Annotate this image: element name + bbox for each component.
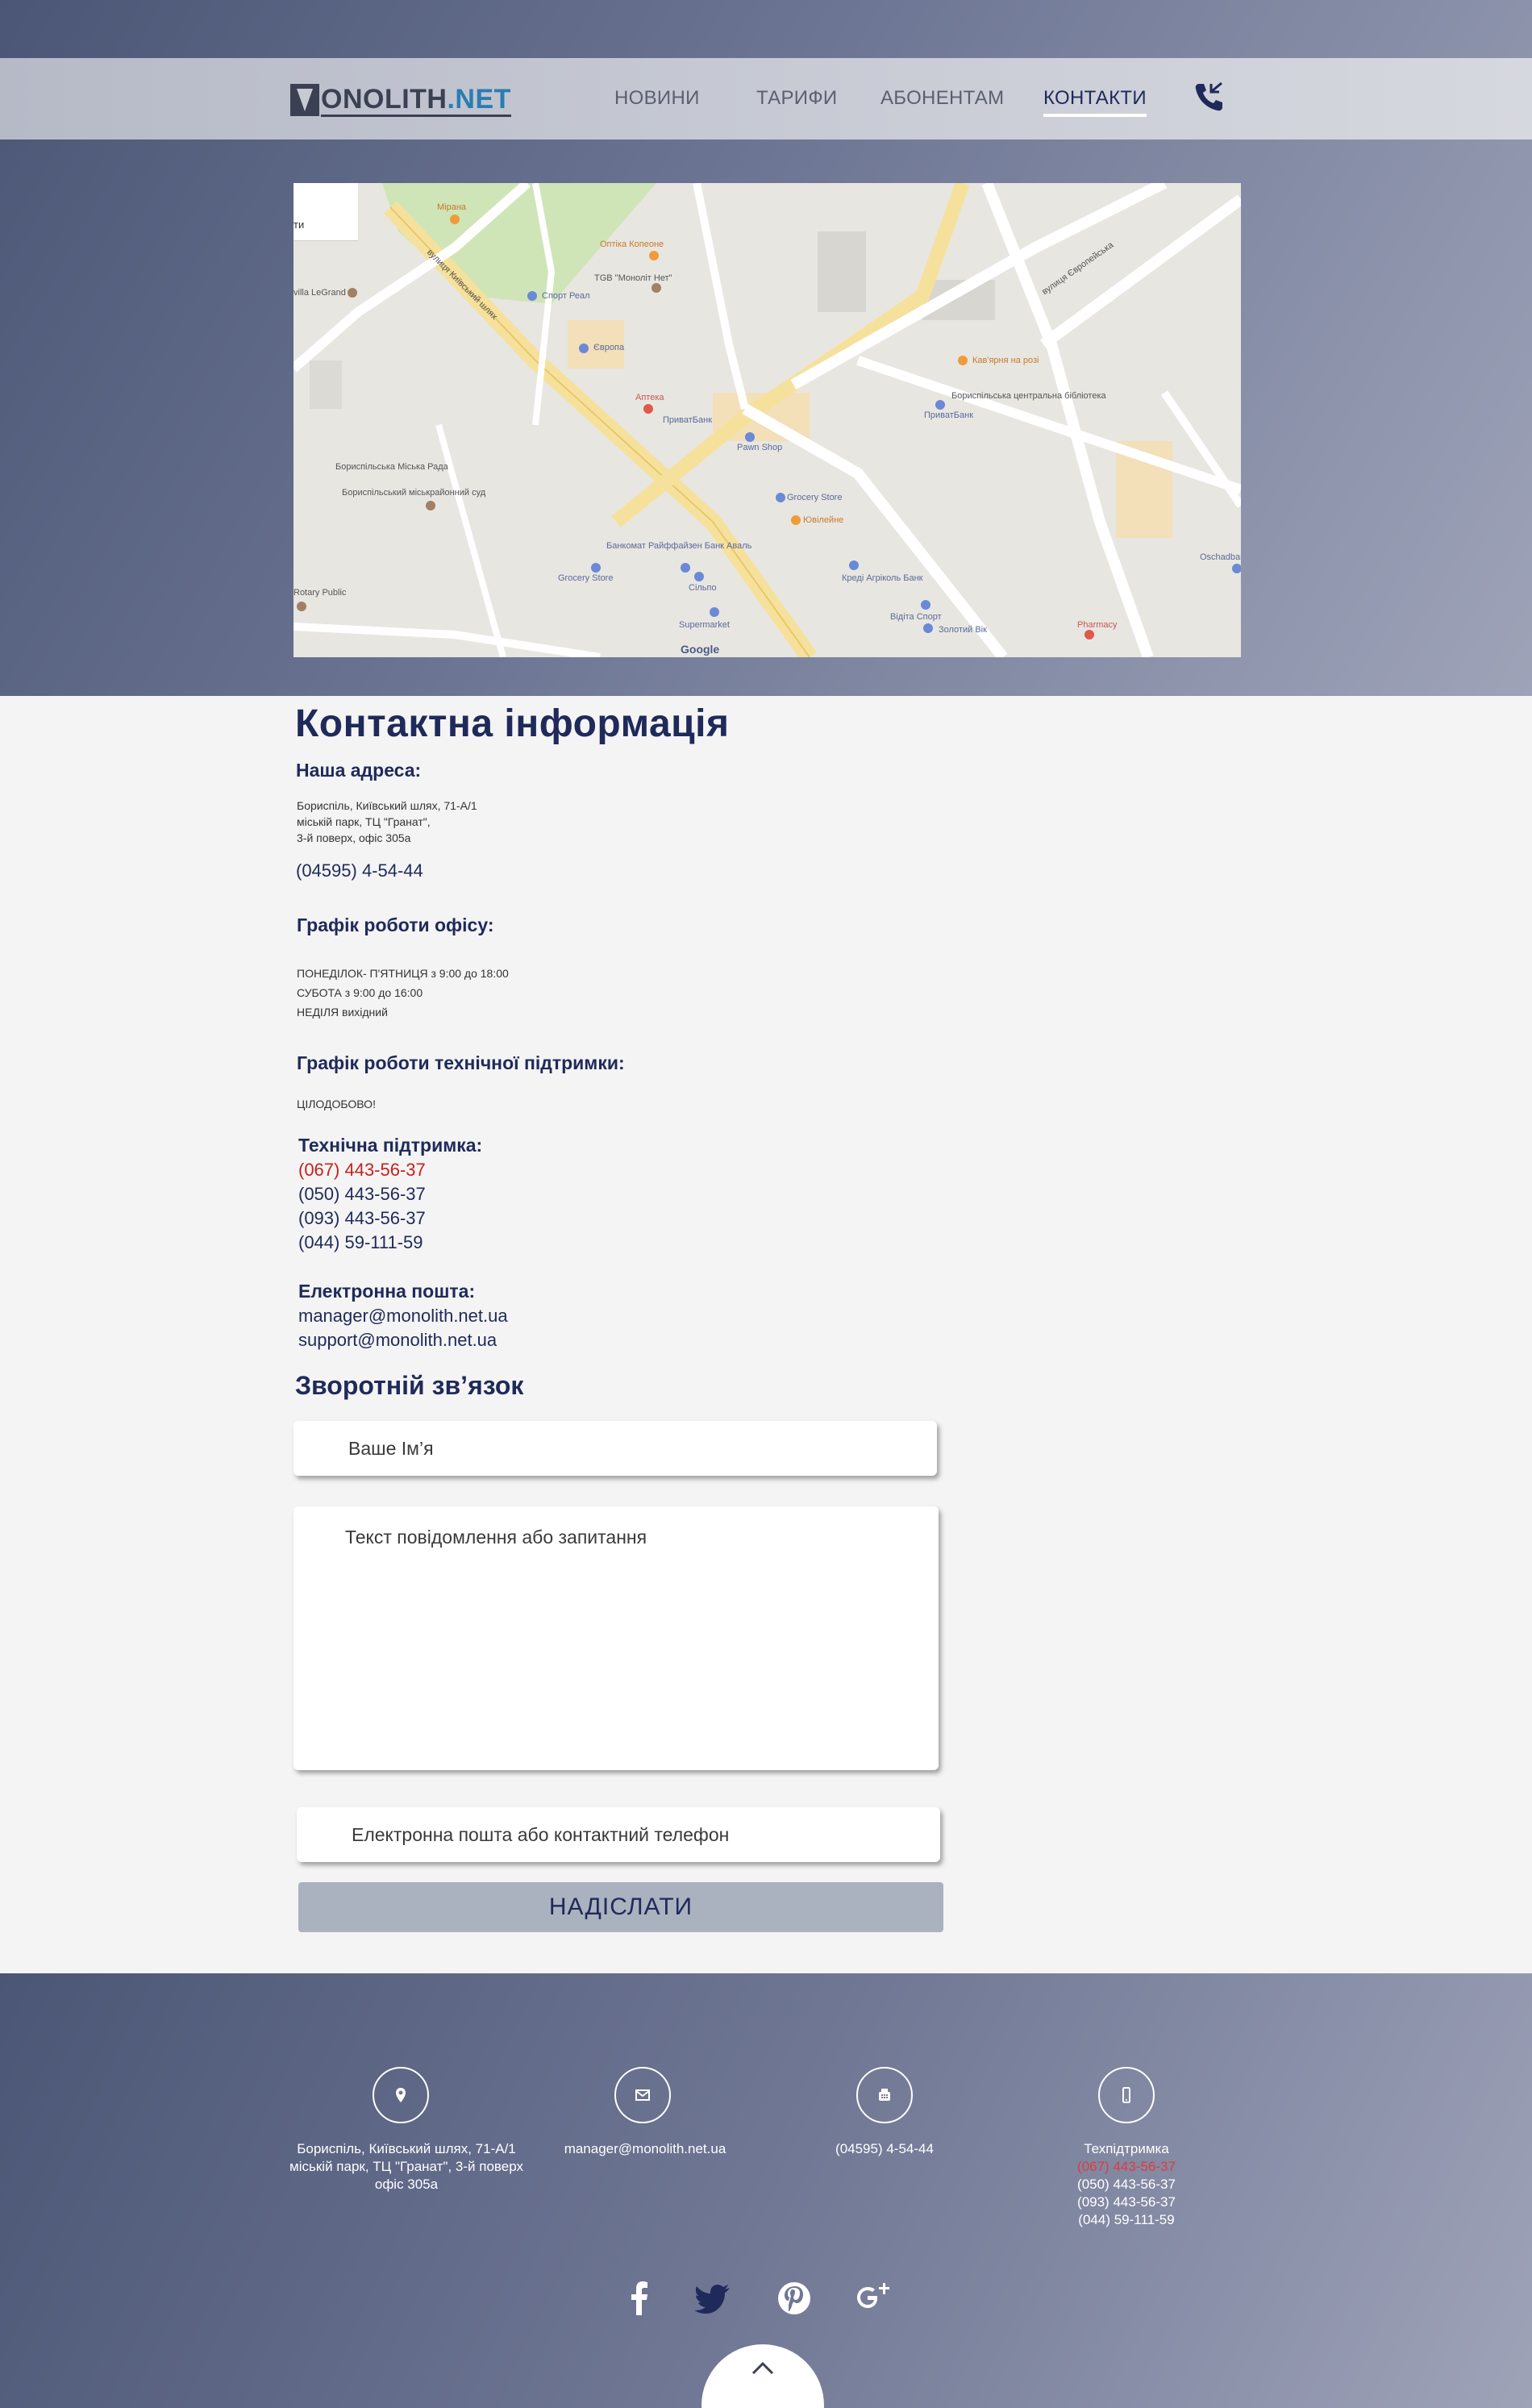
phone-callback-icon[interactable] bbox=[1192, 81, 1226, 115]
map-label: Grocery Store bbox=[787, 493, 843, 502]
name-input[interactable]: Ваше Ім’я bbox=[293, 1421, 937, 1476]
map-label: Ювілейне bbox=[803, 515, 844, 525]
map-label: Pharmacy bbox=[1077, 620, 1118, 630]
map-label: Бориспільська центральна бібліотека bbox=[951, 391, 1106, 401]
location-pin-icon bbox=[373, 2067, 429, 2123]
map-label: Креді Агріколь Банк bbox=[842, 573, 923, 583]
footer-support-phone[interactable]: (093) 443-56-37 bbox=[1046, 2193, 1207, 2211]
nav-news[interactable]: НОВИНИ bbox=[614, 85, 700, 112]
map-label: Оптіка Копеоне bbox=[600, 240, 664, 249]
map-label: TGB "Моноліт Нет" bbox=[594, 273, 672, 283]
footer-phone[interactable]: (04595) 4-54-44 bbox=[804, 2140, 965, 2158]
support-heading: Технічна підтримка: bbox=[298, 1135, 483, 1156]
address-text: Бориспіль, Київський шлях, 71-А/1 міські… bbox=[297, 799, 477, 844]
footer-email[interactable]: manager@monolith.net.ua bbox=[548, 2140, 742, 2158]
office-hours-heading: Графік роботи офісу: bbox=[297, 914, 494, 935]
feedback-title: Зворотній зв’язок bbox=[295, 1371, 524, 1400]
map-label: Бориспільська Міська Рада bbox=[335, 462, 448, 472]
office-hours-text: ПОНЕДІЛОК- П'ЯТНИЦЯ з 9:00 до 18:00 СУБО… bbox=[297, 967, 509, 1019]
map-label: Спорт Реал bbox=[542, 291, 590, 301]
support-hours-heading: Графік роботи технічної підтримки: bbox=[297, 1052, 625, 1073]
scroll-to-top-button[interactable] bbox=[701, 2344, 824, 2408]
map-label: Європа bbox=[593, 343, 625, 352]
support-phone[interactable]: (067) 443-56-37 bbox=[298, 1158, 426, 1182]
map-label: Pawn Shop bbox=[737, 443, 783, 452]
support-hours-text: ЦІЛОДОБОВО! bbox=[297, 1098, 376, 1110]
google-plus-icon[interactable] bbox=[853, 2278, 893, 2318]
nav-tariffs[interactable]: ТАРИФИ bbox=[756, 85, 837, 112]
google-attribution: Google bbox=[681, 643, 720, 656]
support-phone[interactable]: (044) 59-111-59 bbox=[298, 1231, 426, 1255]
contact-input[interactable]: Електронна пошта або контактний телефон bbox=[297, 1807, 940, 1862]
map-label: Grocery Store bbox=[558, 573, 614, 583]
support-phone[interactable]: (093) 443-56-37 bbox=[298, 1206, 426, 1231]
twitter-icon[interactable] bbox=[693, 2278, 734, 2318]
map-label: ПриватБанк bbox=[663, 415, 713, 425]
footer-support: Техпідтримка (067) 443-56-37 (050) 443-5… bbox=[1046, 2140, 1207, 2229]
map-label: Бориспільський міськрайонний суд bbox=[342, 488, 486, 498]
footer-support-phone[interactable]: (044) 59-111-59 bbox=[1046, 2211, 1207, 2229]
map-label: Supermarket bbox=[679, 620, 730, 630]
map-label: ПриватБанк bbox=[924, 410, 974, 420]
map-label: Відіта Спорт bbox=[890, 612, 942, 622]
nav-contacts[interactable]: КОНТАКТИ bbox=[1043, 85, 1147, 117]
map-label: Rotary Public bbox=[293, 588, 347, 598]
pinterest-icon[interactable] bbox=[774, 2278, 814, 2318]
map-label: Мірана bbox=[437, 202, 467, 212]
map-label: Аптека bbox=[635, 393, 664, 402]
map-label: Кав'ярня на розі bbox=[972, 356, 1039, 365]
facebook-icon[interactable] bbox=[619, 2278, 660, 2318]
envelope-icon bbox=[614, 2067, 671, 2123]
message-textarea[interactable]: Текст повідомлення або запитання bbox=[293, 1506, 939, 1770]
email-link[interactable]: support@monolith.net.ua bbox=[298, 1328, 508, 1352]
map-zoom-control[interactable]: ти bbox=[293, 183, 358, 241]
mobile-phone-icon bbox=[1098, 2067, 1155, 2123]
contacts-section bbox=[0, 696, 1532, 1973]
email-link[interactable]: manager@monolith.net.ua bbox=[298, 1304, 508, 1328]
submit-button[interactable]: НАДІСЛАТИ bbox=[298, 1882, 943, 1932]
chevron-up-icon bbox=[751, 2361, 774, 2375]
support-phones: (067) 443-56-37 (050) 443-56-37 (093) 44… bbox=[298, 1158, 426, 1255]
map-label: Oschadbank bbox=[1200, 552, 1241, 562]
page-title: Контактна інформація bbox=[295, 702, 730, 745]
address-heading: Наша адреса: bbox=[296, 760, 422, 781]
location-map[interactable]: ти Мірана Оптіка Копеоне TGB "Моноліт Не… bbox=[293, 183, 1241, 657]
map-label: villa LeGrand bbox=[293, 288, 346, 298]
footer-address: Бориспіль, Київський шлях, 71-А/1 міські… bbox=[289, 2141, 523, 2192]
footer-support-phone[interactable]: (067) 443-56-37 bbox=[1046, 2158, 1207, 2176]
map-label: Сільпо bbox=[689, 583, 717, 593]
office-phone[interactable]: (04595) 4-54-44 bbox=[296, 859, 423, 883]
email-heading: Електронна пошта: bbox=[298, 1281, 476, 1302]
main-nav: НОВИНИ ТАРИФИ АБОНЕНТАМ КОНТАКТИ bbox=[0, 85, 1532, 117]
nav-subscribers[interactable]: АБОНЕНТАМ bbox=[880, 85, 1004, 112]
map-label: Золотий Вік bbox=[939, 625, 987, 635]
fax-phone-icon bbox=[856, 2067, 913, 2123]
support-phone[interactable]: (050) 443-56-37 bbox=[298, 1182, 426, 1206]
map-label: Банкомат Райффайзен Банк Аваль bbox=[606, 541, 752, 551]
footer-support-phone[interactable]: (050) 443-56-37 bbox=[1046, 2176, 1207, 2193]
email-list: manager@monolith.net.ua support@monolith… bbox=[298, 1304, 508, 1352]
site-footer bbox=[0, 1973, 1532, 2408]
